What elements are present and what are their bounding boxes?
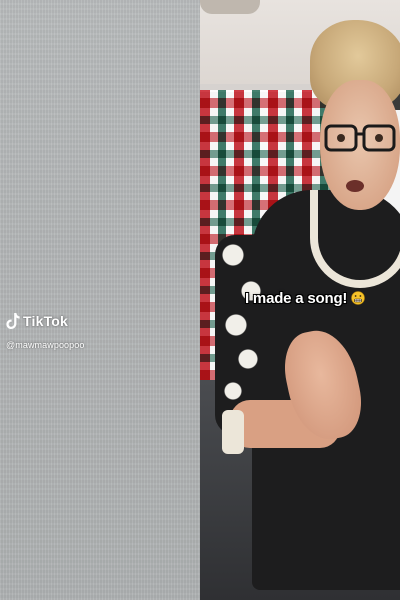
video-split-frame: TikTok @mawmawpoopoo I made a song! (0, 0, 400, 600)
right-video-pane: I made a song! (200, 0, 400, 600)
person-mouth (346, 180, 364, 192)
tiktok-brand-row: TikTok (6, 312, 84, 330)
tiktok-brand-text: TikTok (23, 313, 69, 329)
video-caption: I made a song! (245, 290, 366, 307)
caption-text: I made a song! (245, 290, 348, 307)
grimacing-face-icon (351, 290, 366, 307)
glasses-icon (324, 124, 396, 152)
wall-background (0, 0, 200, 600)
ceiling-beam (200, 0, 260, 14)
tiktok-watermark: TikTok @mawmawpoopoo (6, 312, 84, 350)
creator-handle: @mawmawpoopoo (6, 340, 85, 350)
sweater-cuff (222, 410, 244, 454)
left-video-pane: TikTok @mawmawpoopoo (0, 0, 200, 600)
tiktok-logo-icon (6, 313, 20, 329)
